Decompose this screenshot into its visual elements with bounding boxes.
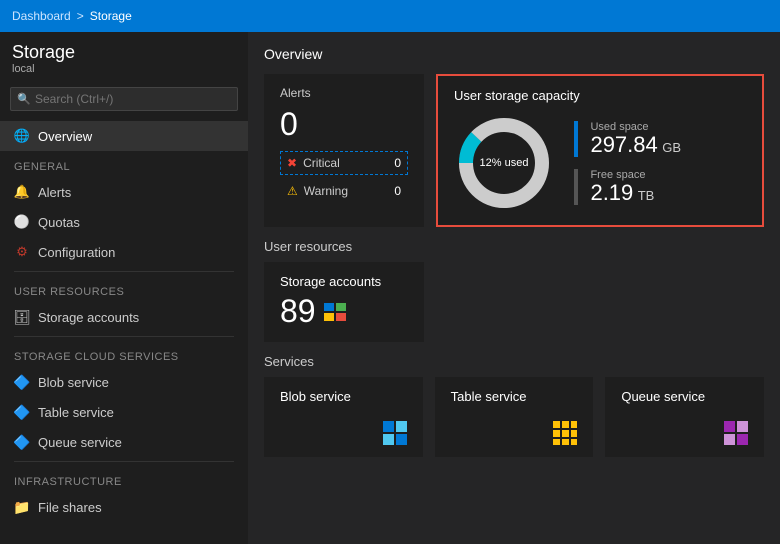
- storage-accounts-count-row: 89: [280, 293, 408, 330]
- content-area: Overview Alerts 0 ✖ Critical 0 ⚠ Warning…: [248, 32, 780, 544]
- used-space-stat: Used space 297.84 GB: [574, 121, 681, 157]
- sidebar-label-configuration: Configuration: [38, 245, 115, 260]
- queue-service-card-label: Queue service: [621, 389, 748, 404]
- sidebar-label-table-service: Table service: [38, 405, 114, 420]
- folder-icon: 📁: [14, 499, 30, 515]
- sidebar-search-wrap: 🔍: [0, 81, 248, 117]
- sidebar-item-storage-accounts[interactable]: 🗄 Storage accounts: [0, 302, 248, 332]
- storage-accounts-icon: 🗄: [14, 309, 30, 325]
- nav-section-user-resources: User resources: [0, 276, 248, 302]
- warning-label: Warning: [304, 184, 389, 198]
- donut-label: 12% used: [480, 157, 529, 169]
- free-value: 2.19: [590, 180, 633, 205]
- nav-divider-1: [14, 271, 234, 272]
- nav-divider-3: [14, 461, 234, 462]
- breadcrumb-dashboard[interactable]: Dashboard: [12, 9, 71, 23]
- sidebar-label-storage-accounts: Storage accounts: [38, 310, 139, 325]
- free-space-stat: Free space 2.19 TB: [574, 169, 681, 205]
- queue-icon-row: [621, 421, 748, 445]
- content-overview-title: Overview: [264, 46, 764, 62]
- capacity-card-label: User storage capacity: [454, 88, 746, 103]
- overview-top-row: Alerts 0 ✖ Critical 0 ⚠ Warning 0 User s…: [264, 74, 764, 227]
- blob-service-card-label: Blob service: [280, 389, 407, 404]
- capacity-stats: Used space 297.84 GB Free space 2.19 TB: [574, 121, 681, 205]
- services-title: Services: [264, 354, 764, 369]
- used-info: Used space 297.84 GB: [590, 121, 681, 157]
- blob-service-icon: 🔷: [14, 374, 30, 390]
- blob-service-card-icon: [383, 421, 407, 445]
- used-value: 297.84: [590, 132, 657, 157]
- sidebar-item-queue-service[interactable]: 🔷 Queue service: [0, 427, 248, 457]
- blob-icon-row: [280, 421, 407, 445]
- free-bar: [574, 169, 578, 205]
- queue-service-card[interactable]: Queue service: [605, 377, 764, 457]
- globe-icon: 🌐: [14, 128, 30, 144]
- critical-label: Critical: [303, 156, 388, 170]
- sidebar-item-file-shares[interactable]: 📁 File shares: [0, 492, 248, 522]
- sidebar-item-overview[interactable]: 🌐 Overview: [0, 121, 248, 151]
- sidebar-label-queue-service: Queue service: [38, 435, 122, 450]
- queue-service-card-icon: [724, 421, 748, 445]
- search-icon: 🔍: [17, 93, 31, 106]
- services-grid: Blob service Table service: [264, 377, 764, 457]
- sidebar-label-file-shares: File shares: [38, 500, 102, 515]
- queue-service-icon: 🔷: [14, 434, 30, 450]
- table-service-icon: 🔷: [14, 404, 30, 420]
- free-info: Free space 2.19 TB: [590, 169, 654, 205]
- sidebar-item-quotas[interactable]: ⚪ Quotas: [0, 207, 248, 237]
- nav-section-general: General: [0, 151, 248, 177]
- critical-count: 0: [394, 156, 401, 170]
- blob-service-card[interactable]: Blob service: [264, 377, 423, 457]
- warning-icon: ⚠: [287, 184, 298, 198]
- sidebar-label-blob-service: Blob service: [38, 375, 109, 390]
- breadcrumb-separator: >: [77, 9, 84, 23]
- sidebar-item-configuration[interactable]: ⚙ Configuration: [0, 237, 248, 267]
- critical-icon: ✖: [287, 156, 297, 170]
- storage-accounts-num: 89: [280, 293, 316, 330]
- topbar: Dashboard > Storage: [0, 0, 780, 32]
- alerts-card: Alerts 0 ✖ Critical 0 ⚠ Warning 0: [264, 74, 424, 227]
- nav-divider-2: [14, 336, 234, 337]
- table-service-card-icon: [553, 421, 577, 445]
- used-unit: GB: [662, 140, 681, 155]
- user-resources-title: User resources: [264, 239, 764, 254]
- sidebar-item-alerts[interactable]: 🔔 Alerts: [0, 177, 248, 207]
- warning-count: 0: [394, 184, 401, 198]
- used-bar: [574, 121, 578, 157]
- page-subtitle: local: [12, 63, 236, 75]
- sidebar-label-alerts: Alerts: [38, 185, 71, 200]
- storage-accounts-card-icon: [324, 303, 346, 321]
- breadcrumb-current: Storage: [90, 9, 132, 23]
- sidebar-item-table-service[interactable]: 🔷 Table service: [0, 397, 248, 427]
- config-icon: ⚙: [14, 244, 30, 260]
- search-input[interactable]: [10, 87, 238, 111]
- nav-section-infrastructure: Infrastructure: [0, 466, 248, 492]
- table-service-card[interactable]: Table service: [435, 377, 594, 457]
- sidebar-header: Storage local: [0, 32, 248, 81]
- capacity-inner: 12% used Used space 297.84 GB: [454, 113, 746, 213]
- critical-alert-row[interactable]: ✖ Critical 0: [280, 151, 408, 175]
- alerts-icon: 🔔: [14, 184, 30, 200]
- free-unit: TB: [638, 188, 655, 203]
- sidebar-label-overview: Overview: [38, 129, 92, 144]
- alerts-total-count: 0: [280, 106, 408, 143]
- sidebar-label-quotas: Quotas: [38, 215, 80, 230]
- table-icon-row: [451, 421, 578, 445]
- sidebar-item-blob-service[interactable]: 🔷 Blob service: [0, 367, 248, 397]
- sidebar-nav: 🌐 Overview General 🔔 Alerts ⚪ Quotas ⚙ C…: [0, 117, 248, 544]
- nav-section-cloud-services: Storage cloud services: [0, 341, 248, 367]
- page-title: Storage: [12, 42, 236, 63]
- capacity-card: User storage capacity 12%: [436, 74, 764, 227]
- table-service-card-label: Table service: [451, 389, 578, 404]
- storage-accounts-card[interactable]: Storage accounts 89: [264, 262, 424, 342]
- warning-alert-row[interactable]: ⚠ Warning 0: [280, 179, 408, 203]
- storage-accounts-card-label: Storage accounts: [280, 274, 408, 289]
- sidebar: Storage local 🔍 🌐 Overview General 🔔 Ale…: [0, 32, 248, 544]
- donut-chart: 12% used: [454, 113, 554, 213]
- quotas-icon: ⚪: [14, 214, 30, 230]
- alerts-card-label: Alerts: [280, 86, 408, 100]
